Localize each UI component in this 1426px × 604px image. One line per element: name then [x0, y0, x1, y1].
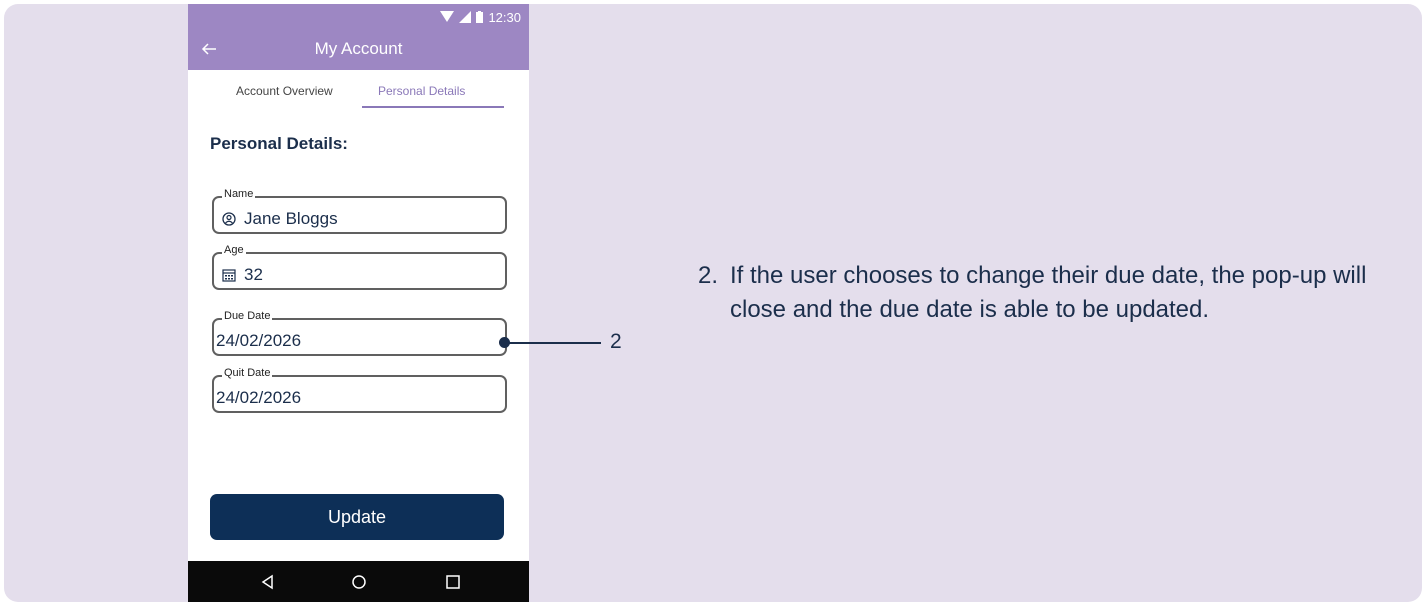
home-circle-icon[interactable] — [350, 573, 368, 591]
due-date-field-value: 24/02/2026 — [216, 331, 302, 350]
note-number: 2. — [698, 262, 719, 289]
active-tab-indicator — [362, 106, 504, 108]
due-date-field-label: Due Date — [222, 310, 273, 322]
status-time: 12:30 — [488, 9, 521, 25]
slide-canvas: 12:30 My Account Account Overview Person… — [4, 4, 1422, 602]
callout-line — [505, 342, 601, 344]
tab-bar: Account Overview Personal Details — [188, 70, 529, 110]
update-button[interactable]: Update — [210, 494, 504, 540]
recents-square-icon[interactable] — [444, 573, 462, 591]
app-bar: My Account — [188, 30, 529, 70]
app-bar-title: My Account — [314, 39, 403, 58]
quit-date-field-value: 24/02/2026 — [216, 388, 302, 407]
callout-number: 2 — [610, 330, 622, 353]
section-title: Personal Details: — [210, 134, 348, 153]
phone-screen: 12:30 My Account Account Overview Person… — [188, 4, 529, 602]
calendar-icon — [222, 269, 236, 282]
status-icons: 12:30 — [440, 9, 521, 25]
name-field-value: Jane Bloggs — [244, 209, 338, 228]
android-nav-bar — [188, 561, 529, 602]
quit-date-field-label: Quit Date — [222, 367, 273, 379]
tab-personal-details[interactable]: Personal Details — [378, 84, 465, 98]
age-field-value: 32 — [244, 265, 263, 284]
age-field-label: Age — [222, 244, 246, 256]
tab-account-overview[interactable]: Account Overview — [236, 84, 333, 98]
signal-icon — [459, 11, 472, 23]
quit-date-field[interactable]: Quit Date 24/02/2026 — [212, 367, 507, 413]
age-field[interactable]: Age 32 — [212, 244, 507, 290]
person-circle-icon — [222, 212, 236, 226]
name-field-label: Name — [222, 188, 256, 200]
back-triangle-icon[interactable] — [259, 573, 277, 591]
age-field-value-row: 32 — [222, 265, 263, 285]
battery-icon — [476, 11, 484, 23]
name-field-value-row: Jane Bloggs — [222, 209, 338, 229]
note-text: If the user chooses to change their due … — [730, 262, 1367, 323]
due-date-field[interactable]: Due Date 24/02/2026 — [212, 310, 507, 356]
name-field[interactable]: Name Jane Bloggs — [212, 188, 507, 234]
status-bar: 12:30 — [188, 4, 529, 30]
wifi-icon — [440, 11, 455, 22]
